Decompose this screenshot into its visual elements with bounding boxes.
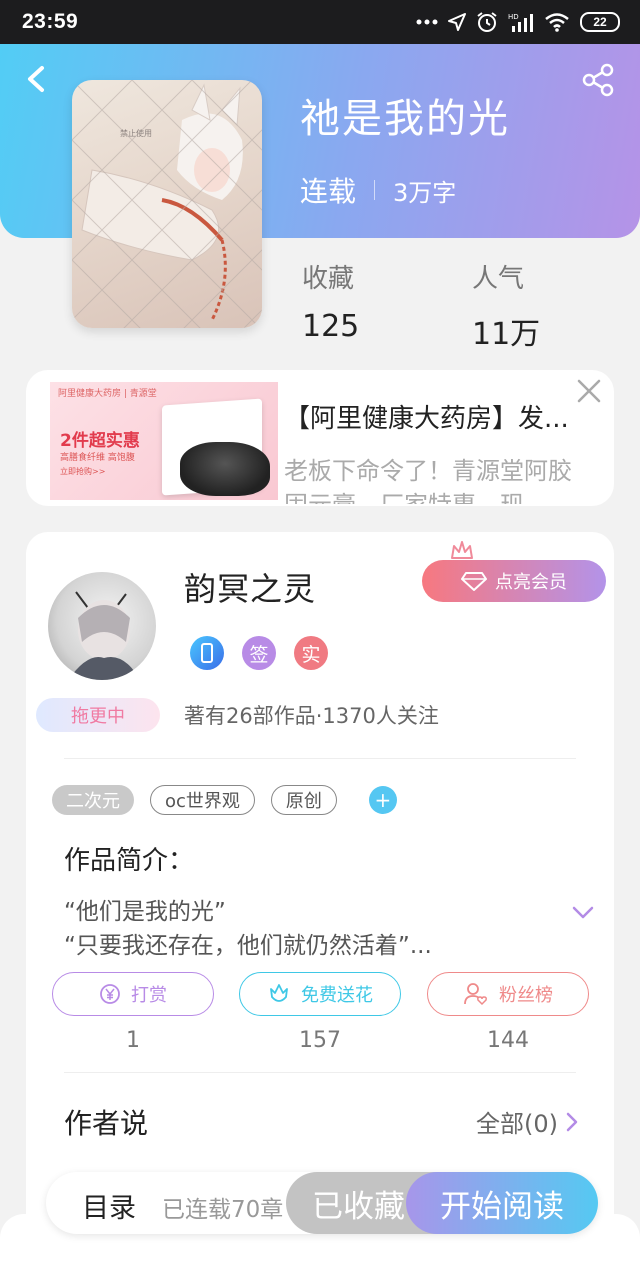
collected-button-label: 已收藏 xyxy=(312,1188,405,1225)
phone-verified-icon xyxy=(190,636,224,670)
crown-icon xyxy=(451,541,473,559)
tag-list: 二次元 oc世界观 原创 + xyxy=(52,785,397,815)
author-stats: 著有26部作品·1370人关注 xyxy=(184,704,439,728)
tag-item[interactable]: 二次元 xyxy=(52,785,134,815)
location-icon xyxy=(448,13,466,31)
author-badges: 签 实 xyxy=(190,636,328,670)
flower-icon xyxy=(270,984,288,1002)
start-reading-label: 开始阅读 xyxy=(440,1188,564,1225)
signed-badge: 签 xyxy=(242,636,276,670)
ad-title[interactable]: 【阿里健康大药房】发... xyxy=(284,398,594,435)
all-link-label: 全部(0) xyxy=(476,1110,558,1138)
fan-rank-label: 粉丝榜 xyxy=(499,985,553,1006)
flower-count: 157 xyxy=(299,1028,341,1053)
avatar-illustration xyxy=(68,591,140,680)
word-count: 3万字 xyxy=(393,178,457,207)
intro-heading: 作品简介： xyxy=(64,846,195,876)
send-flower-label: 免费送花 xyxy=(301,985,373,1006)
cover-watermark: 禁止使用 xyxy=(120,128,152,138)
toc-button[interactable]: 目录 xyxy=(82,1186,136,1225)
status-icons: HD 22 xyxy=(416,11,620,33)
book-cover[interactable]: 禁止使用 xyxy=(72,80,262,328)
vip-button[interactable]: 点亮会员 xyxy=(422,560,606,602)
vip-button-label: 点亮会员 xyxy=(495,572,567,593)
stat-favorites: 收藏 125 xyxy=(302,258,359,344)
author-says-all-link[interactable]: 全部(0) xyxy=(476,1104,578,1139)
send-flower-button[interactable]: 免费送花 xyxy=(239,972,401,1016)
yen-icon xyxy=(100,984,120,1004)
avatar[interactable] xyxy=(48,572,156,680)
ad-description[interactable]: 老板下命令了！青源堂阿胶固元膏，厂家特惠，现 xyxy=(284,454,584,504)
add-tag-button[interactable]: + xyxy=(368,786,397,814)
start-reading-button[interactable]: 开始阅读 xyxy=(406,1172,598,1234)
user-heart-icon xyxy=(464,983,487,1006)
fan-count: 144 xyxy=(487,1028,529,1053)
stat-popularity-label: 人气 xyxy=(472,264,525,294)
ad-image-headline: 2件超实惠 xyxy=(60,431,140,451)
share-icon[interactable] xyxy=(580,62,616,98)
author-says-heading: 作者说 xyxy=(64,1107,149,1140)
alarm-icon xyxy=(477,12,497,32)
cover-illustration: 禁止使用 xyxy=(72,80,262,328)
tip-count: 1 xyxy=(126,1028,140,1053)
stat-popularity: 人气 11万 xyxy=(472,258,540,353)
battery-icon: 22 xyxy=(580,12,620,32)
tag-item[interactable]: oc世界观 xyxy=(150,785,255,815)
chapter-count: 已连载70章 xyxy=(162,1197,284,1223)
diamond-icon xyxy=(461,572,487,591)
intro-line: “他们是我的光” xyxy=(64,899,226,925)
status-time: 23:59 xyxy=(22,10,79,33)
book-meta: 连载 3万字 xyxy=(300,170,456,210)
ad-image-header: 阿里健康大药房 | 青源堂 xyxy=(58,389,157,399)
meta-divider xyxy=(374,180,376,200)
stat-favorites-value: 125 xyxy=(302,309,360,344)
intro-line: “只要我还存在，他们就仍然活着”... xyxy=(64,933,432,959)
status-badge: 拖更中 xyxy=(36,698,160,732)
more-dots-icon xyxy=(416,19,438,25)
serial-status: 连载 xyxy=(300,175,357,208)
ad-product-food xyxy=(180,442,270,496)
book-title: 祂是我的光 xyxy=(300,96,510,142)
ad-image-subline: 高膳食纤维 高饱腹 xyxy=(60,453,135,463)
svg-text:HD: HD xyxy=(508,13,519,21)
tip-button-label: 打赏 xyxy=(131,985,167,1006)
chevron-right-icon xyxy=(566,1112,578,1131)
ad-image[interactable]: 阿里健康大药房 | 青源堂 2件超实惠 高膳食纤维 高饱腹 立即抢购>> xyxy=(50,382,278,500)
chevron-down-icon[interactable] xyxy=(572,904,594,920)
author-name[interactable]: 韵冥之灵 xyxy=(184,564,316,610)
status-bar: 23:59 HD 22 xyxy=(0,0,640,44)
real-name-badge: 实 xyxy=(294,636,328,670)
stat-popularity-value: 11万 xyxy=(472,317,541,352)
signal-icon: HD xyxy=(508,13,533,32)
divider xyxy=(64,1072,576,1073)
divider xyxy=(64,758,576,759)
tag-item[interactable]: 原创 xyxy=(270,785,337,815)
status-badge-label: 拖更中 xyxy=(71,706,125,727)
stat-favorites-label: 收藏 xyxy=(302,264,355,294)
wifi-icon xyxy=(545,13,569,32)
back-icon[interactable] xyxy=(22,62,52,96)
fan-rank-button[interactable]: 粉丝榜 xyxy=(427,972,589,1016)
battery-level: 22 xyxy=(593,15,607,29)
ad-image-link: 立即抢购>> xyxy=(60,467,106,476)
tip-button[interactable]: 打赏 xyxy=(52,972,214,1016)
